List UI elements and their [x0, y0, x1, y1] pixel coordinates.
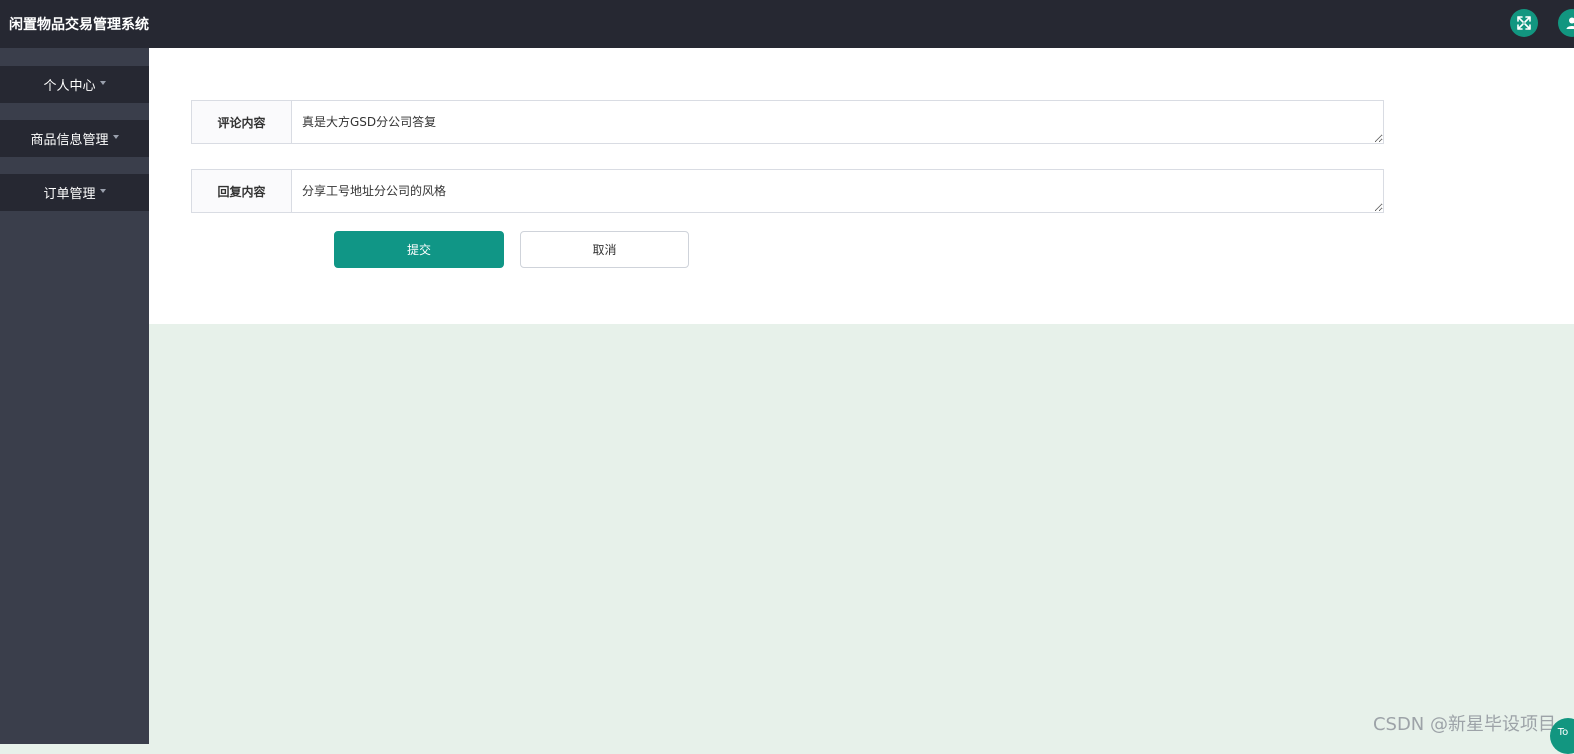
comment-row: 评论内容 — [191, 100, 1384, 144]
reply-row: 回复内容 — [191, 169, 1384, 213]
app-title: 闲置物品交易管理系统 — [0, 14, 149, 34]
user-icon — [1564, 15, 1574, 31]
sidebar: 个人中心 商品信息管理 订单管理 — [0, 48, 149, 744]
sidebar-item-personal-center[interactable]: 个人中心 — [0, 66, 149, 103]
reply-label: 回复内容 — [192, 170, 292, 212]
comment-textarea[interactable] — [292, 101, 1383, 143]
submit-button[interactable]: 提交 — [334, 231, 504, 268]
comment-label: 评论内容 — [192, 101, 292, 143]
user-button[interactable] — [1558, 9, 1574, 37]
reply-form-panel: 评论内容 回复内容 提交 取消 — [149, 48, 1574, 324]
caret-down-icon — [100, 189, 106, 193]
sidebar-item-label: 个人中心 — [43, 75, 95, 94]
top-bar: 闲置物品交易管理系统 — [0, 0, 1574, 48]
reply-textarea[interactable] — [292, 170, 1383, 212]
fullscreen-button[interactable] — [1510, 9, 1538, 37]
sidebar-item-label: 订单管理 — [43, 183, 95, 202]
back-to-top-button[interactable]: To — [1550, 718, 1574, 754]
sidebar-item-label: 商品信息管理 — [30, 129, 108, 148]
watermark: CSDN @新星毕设项目 — [1373, 710, 1556, 736]
cancel-button[interactable]: 取消 — [520, 231, 689, 268]
sidebar-item-order-management[interactable]: 订单管理 — [0, 174, 149, 211]
sidebar-item-goods-management[interactable]: 商品信息管理 — [0, 120, 149, 157]
caret-down-icon — [113, 135, 119, 139]
caret-down-icon — [100, 81, 106, 85]
fullscreen-icon — [1516, 15, 1532, 31]
